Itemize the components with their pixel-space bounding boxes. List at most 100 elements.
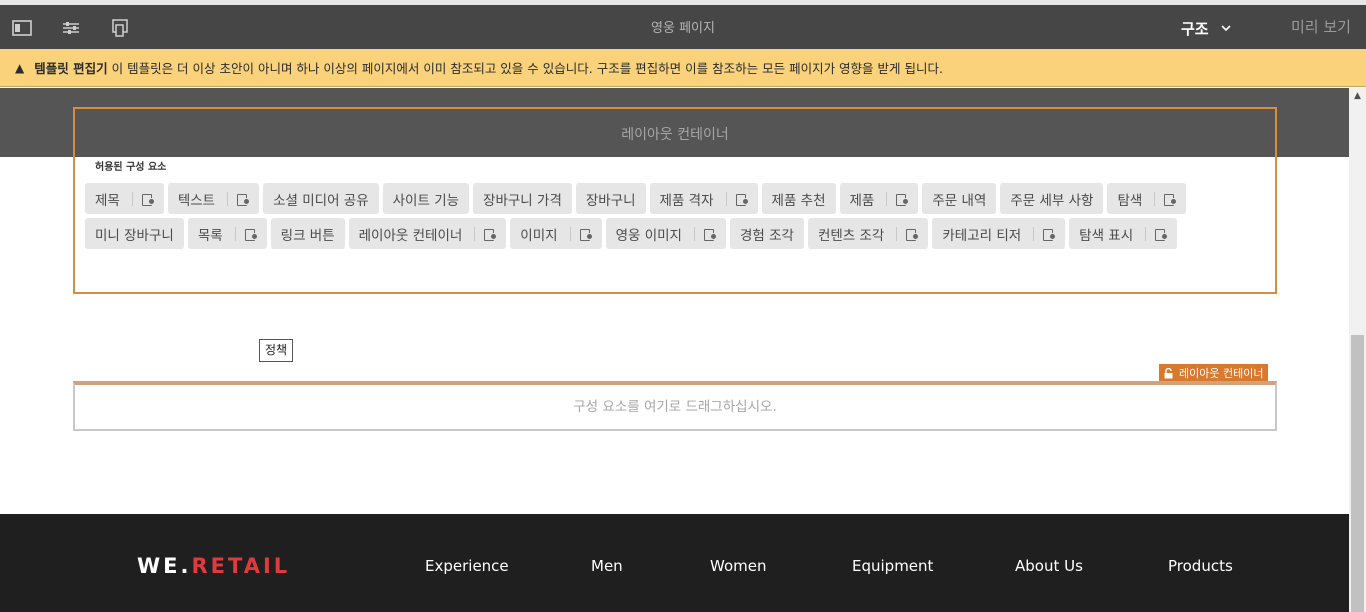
component-chip-label: 경험 조각 <box>739 227 794 244</box>
footer-nav-equipment[interactable]: Equipment <box>852 557 933 575</box>
mode-label: 구조 <box>1181 19 1209 38</box>
site-footer: WE.RETAIL Experience Men Women Equipment… <box>0 514 1349 612</box>
footer-nav-experience[interactable]: Experience <box>425 557 509 575</box>
we-retail-logo[interactable]: WE.RETAIL <box>137 554 290 578</box>
component-chip[interactable]: 탐색 표시 <box>1069 218 1178 249</box>
drag-drop-zone[interactable]: 구성 요소를 여기로 드래그하십시오. <box>73 381 1277 431</box>
chip-separator <box>569 226 571 241</box>
component-row-2: 미니 장바구니 목록 링크 버튼 레이아웃 컨테이너 이미지 영웅 이미지 경험 조각 컨텐츠… <box>85 218 1265 249</box>
chip-separator <box>1033 226 1035 241</box>
layout-container-tag-label: 레이아웃 컨테이너 <box>1179 367 1264 380</box>
component-chip[interactable]: 탐색 <box>1107 183 1187 214</box>
policy-tooltip: 정책 <box>259 339 294 362</box>
component-chip[interactable]: 주문 내역 <box>922 183 997 214</box>
component-chip-label: 제목 <box>95 192 120 209</box>
component-chip-label: 주문 내역 <box>932 192 987 209</box>
component-chip[interactable]: 제목 <box>85 183 164 214</box>
vertical-scrollbar[interactable]: ▲ <box>1349 88 1366 612</box>
policy-icon[interactable] <box>484 228 498 241</box>
preview-button[interactable]: 미리 보기 <box>1291 16 1351 37</box>
component-chip[interactable]: 사이트 기능 <box>382 183 470 214</box>
editor-toolbar: 영웅 페이지 구조 미리 보기 <box>0 0 1366 49</box>
component-chip-label: 제품 격자 <box>659 192 714 209</box>
component-chip-label: 컨텐츠 조각 <box>817 227 885 244</box>
component-chip-label: 장바구니 가격 <box>483 192 562 209</box>
policy-icon[interactable] <box>896 193 910 206</box>
policy-icon[interactable] <box>1043 228 1057 241</box>
component-chip-label: 미니 장바구니 <box>95 227 174 244</box>
unlock-icon <box>1164 367 1173 378</box>
component-chip[interactable]: 컨텐츠 조각 <box>807 218 929 249</box>
page-properties-icon[interactable] <box>58 15 84 41</box>
component-chip[interactable]: 장바구니 가격 <box>473 183 572 214</box>
component-chip-label: 탐색 <box>1117 192 1143 209</box>
policy-icon[interactable] <box>1155 228 1169 241</box>
component-chip[interactable]: 텍스트 <box>167 183 260 214</box>
component-chip-label: 사이트 기능 <box>392 192 460 209</box>
component-chip-label: 주문 세부 사항 <box>1010 192 1094 209</box>
footer-nav-about-us[interactable]: About Us <box>1015 557 1083 575</box>
component-chip[interactable]: 경험 조각 <box>729 218 804 249</box>
component-chip[interactable]: 카테고리 티저 <box>932 218 1066 249</box>
policy-icon[interactable] <box>906 228 920 241</box>
allowed-components-label: 허용된 구성 요소 <box>95 162 167 173</box>
footer-nav-products[interactable]: Products <box>1168 557 1233 575</box>
scroll-up-icon[interactable]: ▲ <box>1349 88 1366 104</box>
warning-title: 템플릿 편집기 <box>34 61 108 76</box>
chip-separator <box>131 191 133 206</box>
component-chip-label: 탐색 표시 <box>1079 227 1134 244</box>
policy-icon[interactable] <box>579 228 593 241</box>
component-chip-label: 장바구니 <box>585 192 636 209</box>
footer-nav-women[interactable]: Women <box>710 557 766 575</box>
component-chip[interactable]: 소셜 미디어 공유 <box>263 183 379 214</box>
chip-separator <box>725 191 727 206</box>
mode-selector[interactable]: 구조 <box>1181 14 1231 42</box>
chip-separator <box>227 191 229 206</box>
layout-container[interactable]: 레이아웃 컨테이너 허용된 구성 요소 제목 텍스트 소셜 미디어 공유 사이트 기능… <box>73 107 1277 294</box>
logo-retail: RETAIL <box>191 554 291 578</box>
side-panel-toggle-icon[interactable] <box>9 15 35 41</box>
component-chip[interactable]: 목록 <box>187 218 267 249</box>
component-chip[interactable]: 미니 장바구니 <box>85 218 184 249</box>
chip-separator <box>1154 191 1156 206</box>
component-chip-label: 목록 <box>197 227 223 244</box>
component-chip[interactable]: 주문 세부 사항 <box>1000 183 1104 214</box>
component-chip-label: 제품 <box>849 192 875 209</box>
component-chip-label: 소셜 미디어 공유 <box>273 192 369 209</box>
component-chip-label: 카테고리 티저 <box>942 227 1022 244</box>
template-warning-bar: ▲ 템플릿 편집기 이 템플릿은 더 이상 초안이 아니며 하나 이상의 페이지… <box>0 49 1366 87</box>
footer-nav-men[interactable]: Men <box>591 557 623 575</box>
scrollbar-thumb[interactable] <box>1351 335 1364 612</box>
policy-icon[interactable] <box>703 228 717 241</box>
logo-we: WE. <box>137 554 192 578</box>
component-chip[interactable]: 장바구니 <box>575 183 646 214</box>
layout-container-title: 레이아웃 컨테이너 <box>621 127 729 143</box>
warning-icon: ▲ <box>15 60 25 75</box>
emulator-device-icon[interactable] <box>107 15 133 41</box>
allowed-components-list: 제목 텍스트 소셜 미디어 공유 사이트 기능 장바구니 가격 장바구니 제품 격자 제품 추… <box>85 183 1265 253</box>
policy-icon[interactable] <box>244 228 258 241</box>
component-row-1: 제목 텍스트 소셜 미디어 공유 사이트 기능 장바구니 가격 장바구니 제품 격자 제품 추… <box>85 183 1265 214</box>
component-chip[interactable]: 제품 추천 <box>761 183 836 214</box>
warning-text: 이 템플릿은 더 이상 초안이 아니며 하나 이상의 페이지에서 이미 참조되고… <box>111 61 943 76</box>
page-title: 영웅 페이지 <box>651 21 715 36</box>
component-chip-label: 제품 추천 <box>771 192 826 209</box>
component-chip[interactable]: 레이아웃 컨테이너 <box>348 218 507 249</box>
policy-icon[interactable] <box>141 193 155 206</box>
chip-separator <box>474 226 476 241</box>
component-chip[interactable]: 영웅 이미지 <box>605 218 726 249</box>
component-chip[interactable]: 제품 격자 <box>649 183 758 214</box>
chevron-down-icon <box>1221 25 1231 32</box>
policy-icon[interactable] <box>237 193 251 206</box>
layout-container-tag[interactable]: 레이아웃 컨테이너 <box>1159 364 1269 382</box>
component-chip[interactable]: 이미지 <box>510 218 602 249</box>
component-chip-label: 텍스트 <box>177 192 216 209</box>
policy-icon[interactable] <box>735 193 749 206</box>
component-chip-label: 영웅 이미지 <box>615 227 682 244</box>
component-chip-label: 레이아웃 컨테이너 <box>358 227 463 244</box>
component-chip[interactable]: 링크 버튼 <box>270 218 345 249</box>
chip-separator <box>896 226 898 241</box>
policy-icon[interactable] <box>1164 193 1178 206</box>
chip-separator <box>886 191 888 206</box>
component-chip[interactable]: 제품 <box>839 183 919 214</box>
